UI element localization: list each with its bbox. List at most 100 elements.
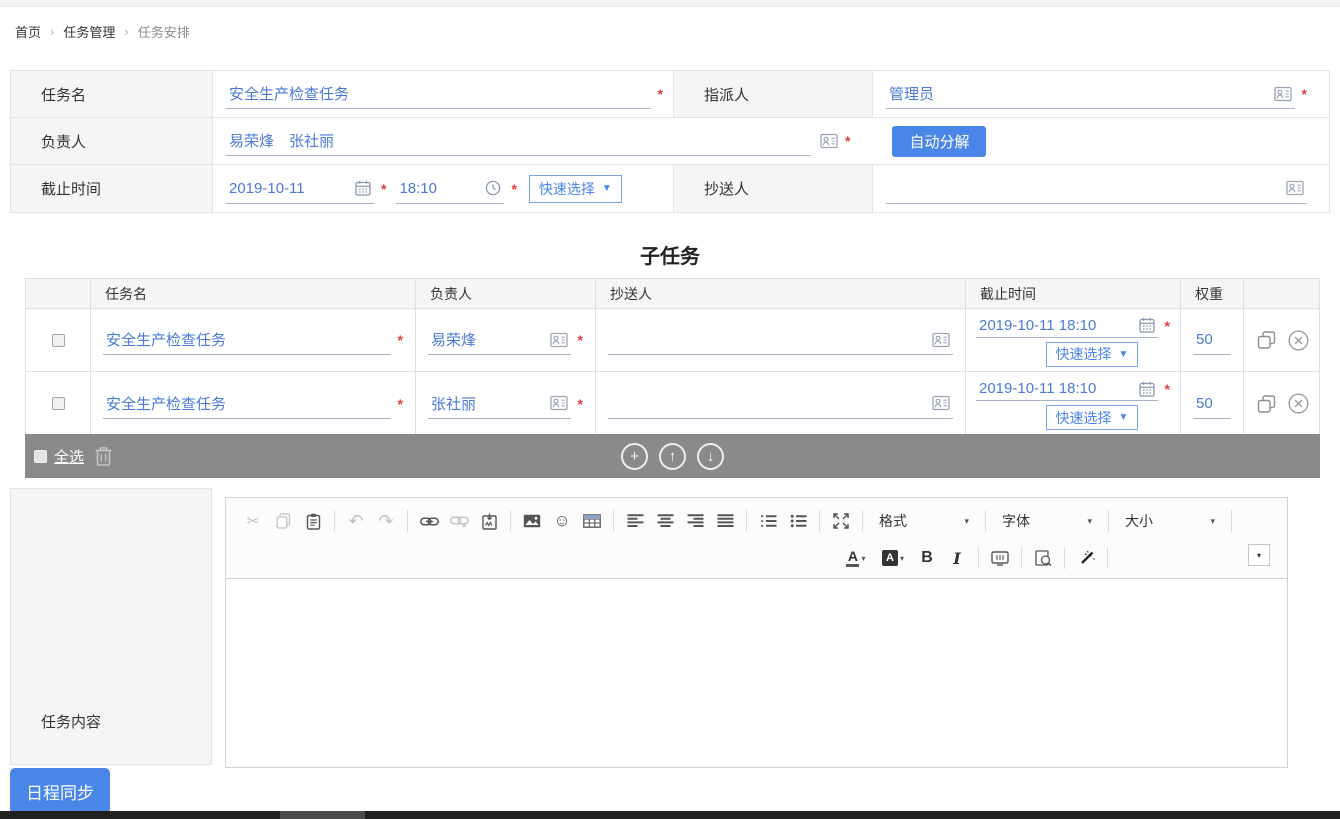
magic-wand-icon[interactable] xyxy=(1071,545,1101,571)
contact-picker-icon[interactable] xyxy=(1286,180,1304,196)
remove-row-icon[interactable] xyxy=(1287,329,1309,351)
assigner-input[interactable]: 管理员 xyxy=(886,79,1295,109)
subtasks-table: 任务名 负责人 抄送人 截止时间 权重 安全生产检查任务 * 易荣烽 * 201… xyxy=(25,278,1320,436)
undo-icon[interactable]: ↶ xyxy=(341,508,371,534)
anchor-icon[interactable] xyxy=(474,508,504,534)
bulk-action-bar: 全选 + ↑ ↓ xyxy=(25,434,1320,478)
cc-cell xyxy=(873,165,1329,212)
owner-input[interactable]: 易荣烽 张社丽 xyxy=(226,126,811,156)
link-icon[interactable] xyxy=(414,508,444,534)
unordered-list-icon[interactable] xyxy=(783,508,813,534)
header-actions xyxy=(1244,279,1321,308)
quick-select-button[interactable]: 快速选择 ▼ xyxy=(1045,405,1139,430)
breadcrumb-task-management[interactable]: 任务管理 xyxy=(63,22,115,41)
auto-split-button[interactable]: 自动分解 xyxy=(892,125,987,157)
editor-toolbar: ✂ ↶ ↷ ☺ 格式 ▾ 字体 ▾ 大小 ▾ A ▾ A ▾ B I ▾ xyxy=(226,498,1287,579)
toolbar-separator xyxy=(746,510,747,532)
scrollbar-thumb[interactable] xyxy=(280,811,365,819)
dropdown-triangle-icon: ▼ xyxy=(601,183,612,194)
redo-icon[interactable]: ↷ xyxy=(371,508,401,534)
add-row-icon[interactable]: + xyxy=(621,442,648,470)
copy-row-icon[interactable] xyxy=(1257,331,1276,349)
assigner-cell: 管理员 * xyxy=(873,71,1329,117)
background-color-icon[interactable]: A ▾ xyxy=(874,545,912,571)
owner-cell: 易荣烽 张社丽 * 自动分解 xyxy=(213,118,1329,164)
align-center-icon[interactable] xyxy=(650,508,680,534)
subtask-weight-input[interactable]: 50 xyxy=(1193,325,1231,355)
align-right-icon[interactable] xyxy=(680,508,710,534)
caret-down-icon: ▾ xyxy=(1087,515,1092,526)
preview-icon[interactable] xyxy=(1028,545,1058,571)
format-dropdown[interactable]: 格式 ▾ xyxy=(872,508,976,534)
required-asterisk: * xyxy=(577,395,583,412)
clock-icon[interactable] xyxy=(485,180,501,196)
align-left-icon[interactable] xyxy=(620,508,650,534)
calendar-icon[interactable] xyxy=(1138,381,1155,397)
task-name-cell: 安全生产检查任务 * xyxy=(213,71,673,117)
breadcrumb-home[interactable]: 首页 xyxy=(15,22,41,41)
task-name-label: 任务名 xyxy=(11,71,213,117)
subtask-deadline-input[interactable]: 2019-10-11 18:10 xyxy=(976,314,1158,338)
move-up-icon[interactable]: ↑ xyxy=(659,442,686,470)
subtask-owner-input[interactable]: 张社丽 xyxy=(428,389,571,419)
media-embed-icon[interactable] xyxy=(985,545,1015,571)
contact-picker-icon[interactable] xyxy=(932,395,950,411)
remove-row-icon[interactable] xyxy=(1287,393,1309,414)
subtask-deadline-row: 2019-10-11 18:10 * xyxy=(976,377,1170,401)
table-icon[interactable] xyxy=(577,508,607,534)
required-asterisk: * xyxy=(511,180,517,197)
size-dropdown[interactable]: 大小 ▾ xyxy=(1118,508,1222,534)
assigner-label: 指派人 xyxy=(673,71,873,117)
schedule-sync-button[interactable]: 日程同步 xyxy=(10,768,110,814)
editor-content-area[interactable] xyxy=(226,579,1287,767)
smiley-icon[interactable]: ☺ xyxy=(547,508,577,534)
unlink-icon[interactable] xyxy=(444,508,474,534)
paste-icon[interactable] xyxy=(298,508,328,534)
horizontal-scrollbar[interactable] xyxy=(0,811,1340,819)
contact-picker-icon[interactable] xyxy=(932,332,950,348)
quick-select-button[interactable]: 快速选择 ▼ xyxy=(528,174,622,203)
maximize-icon[interactable] xyxy=(826,508,856,534)
contact-picker-icon[interactable] xyxy=(820,133,838,149)
required-asterisk: * xyxy=(1301,86,1307,102)
task-name-input[interactable]: 安全生产检查任务 xyxy=(226,79,651,109)
subtask-cc-input[interactable] xyxy=(608,325,953,355)
image-icon[interactable] xyxy=(517,508,547,534)
align-justify-icon[interactable] xyxy=(710,508,740,534)
required-asterisk: * xyxy=(845,133,851,149)
cc-input[interactable] xyxy=(886,174,1307,204)
font-dropdown[interactable]: 字体 ▾ xyxy=(995,508,1099,534)
bold-icon[interactable]: B xyxy=(912,545,942,571)
deadline-time-input[interactable]: 18:10 xyxy=(396,174,505,204)
row-checkbox[interactable] xyxy=(51,333,65,347)
text-color-icon[interactable]: A ▾ xyxy=(838,545,874,571)
cut-icon[interactable]: ✂ xyxy=(238,508,268,534)
required-asterisk: * xyxy=(1164,381,1170,397)
toolbar-collapse-button[interactable]: ▾ xyxy=(1248,544,1270,566)
toolbar-separator xyxy=(985,510,986,532)
toolbar-separator xyxy=(407,510,408,532)
subtask-weight-input[interactable]: 50 xyxy=(1193,389,1231,419)
contact-picker-icon[interactable] xyxy=(549,395,568,411)
copy-icon[interactable] xyxy=(268,508,298,534)
toolbar-separator xyxy=(862,510,863,532)
subtask-owner-input[interactable]: 易荣烽 xyxy=(428,325,571,355)
toolbar-separator xyxy=(819,510,820,532)
quick-select-button[interactable]: 快速选择 ▼ xyxy=(1045,341,1139,367)
calendar-icon[interactable] xyxy=(1138,317,1155,333)
task-content-label: 任务内容 xyxy=(41,714,102,731)
ordered-list-icon[interactable] xyxy=(753,508,783,534)
copy-row-icon[interactable] xyxy=(1257,394,1276,413)
subtasks-title: 子任务 xyxy=(640,246,700,268)
italic-icon[interactable]: I xyxy=(942,545,972,571)
contact-picker-icon[interactable] xyxy=(1273,86,1292,102)
subtask-name-input[interactable]: 安全生产检查任务 xyxy=(103,389,391,419)
subtask-name-input[interactable]: 安全生产检查任务 xyxy=(103,325,391,355)
deadline-date-input[interactable]: 2019-10-11 xyxy=(226,174,374,204)
subtask-deadline-input[interactable]: 2019-10-11 18:10 xyxy=(976,377,1158,401)
move-down-icon[interactable]: ↓ xyxy=(697,442,724,470)
subtask-cc-input[interactable] xyxy=(608,389,953,419)
row-checkbox[interactable] xyxy=(51,397,65,410)
calendar-icon[interactable] xyxy=(355,180,371,196)
contact-picker-icon[interactable] xyxy=(549,332,568,348)
